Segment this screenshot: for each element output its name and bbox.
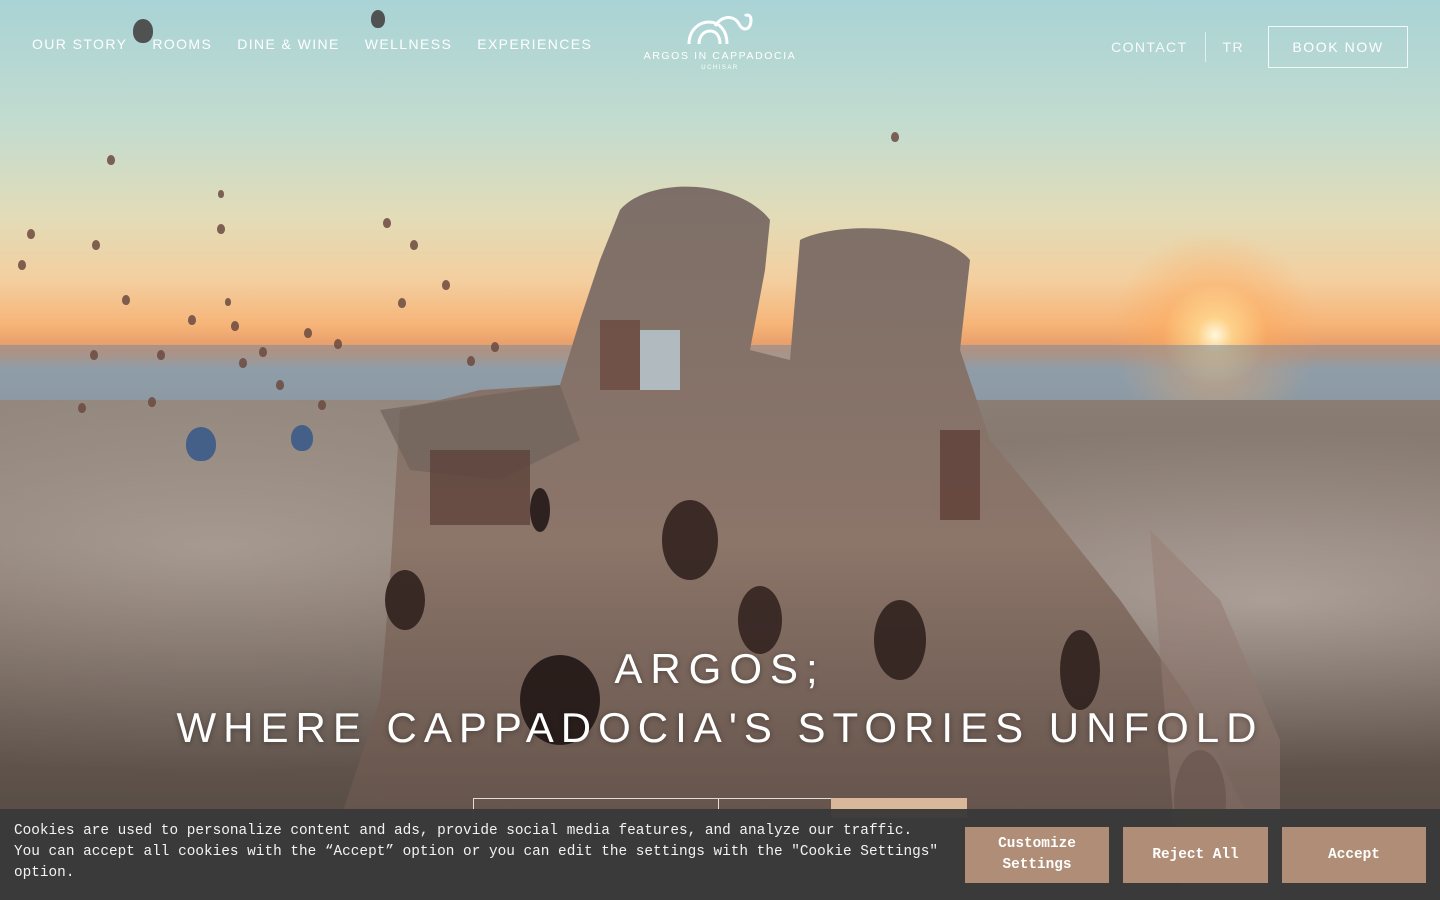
nav-actions: CONTACT TR BOOK NOW [1111,26,1408,68]
hero-headline: ARGOS; WHERE CAPPADOCIA'S STORIES UNFOLD [0,640,1440,758]
nav-divider [1204,32,1206,62]
logo-subtitle: UCHISAR [701,65,739,71]
headline-line-1: ARGOS; [614,645,826,692]
nav-experiences[interactable]: EXPERIENCES [477,36,592,52]
language-switch[interactable]: TR [1223,39,1244,55]
book-now-button[interactable]: BOOK NOW [1268,26,1408,68]
cookie-message: Cookies are used to personalize content … [14,823,939,881]
nav-wellness[interactable]: WELLNESS [365,36,452,52]
hero-overlay [0,0,1440,900]
logo-name: ARGOS IN CAPPADOCIA [643,50,797,62]
main-menu: OUR STORY ROOMS DINE & WINE WELLNESS EXP… [32,36,592,52]
headline-line-2: WHERE CAPPADOCIA'S STORIES UNFOLD [176,704,1264,751]
argos-wave-logo-icon [687,13,753,45]
accept-cookies-button[interactable]: Accept [1282,827,1426,883]
site-logo[interactable]: ARGOS IN CAPPADOCIA UCHISAR [640,12,800,82]
nav-contact[interactable]: CONTACT [1111,39,1187,55]
nav-rooms[interactable]: ROOMS [152,36,212,52]
nav-dine-wine[interactable]: DINE & WINE [237,36,340,52]
cookie-banner: Cookies are used to personalize content … [0,809,1440,900]
nav-our-story[interactable]: OUR STORY [32,36,127,52]
reject-all-button[interactable]: Reject All [1123,827,1268,883]
top-navigation: OUR STORY ROOMS DINE & WINE WELLNESS EXP… [0,0,1440,92]
customize-settings-button[interactable]: Customize Settings [965,827,1109,883]
